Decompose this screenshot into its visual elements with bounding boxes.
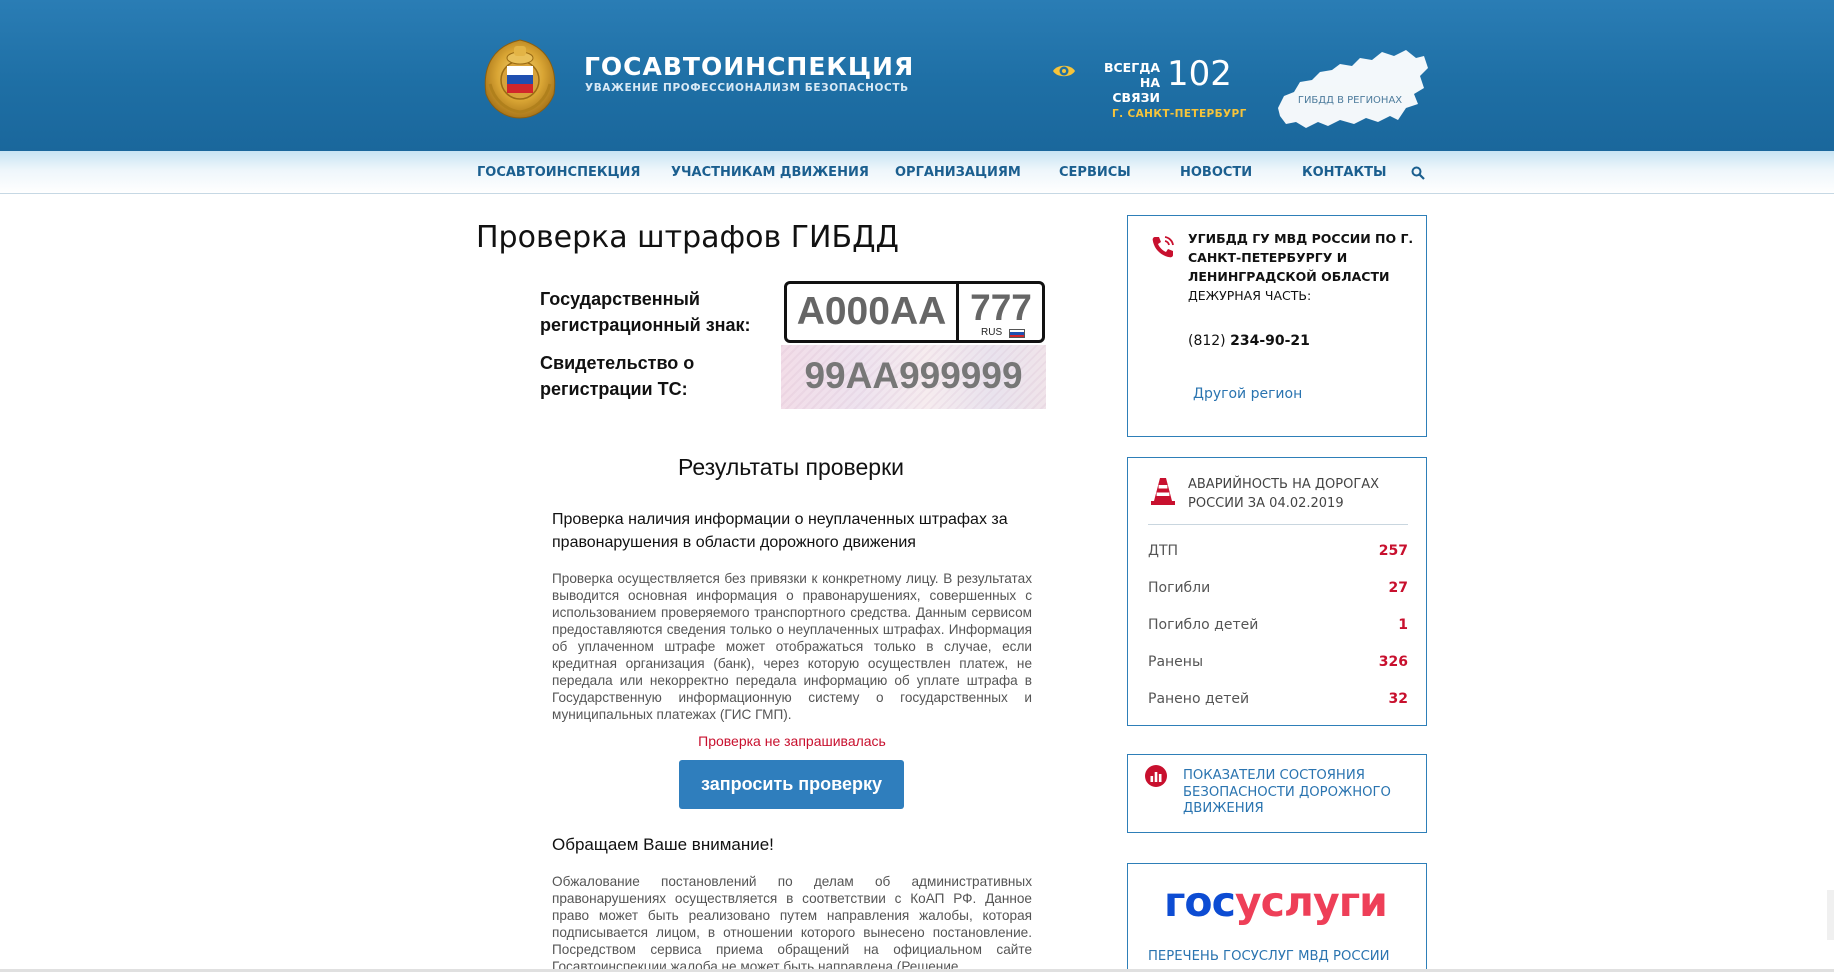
nav-item-contacts[interactable]: КОНТАКТЫ [1302,165,1386,180]
attention-text: Обжалование постановлений по делам об ад… [552,874,1032,972]
hotline-number[interactable]: 102 [1167,54,1232,94]
stat-row: Ранены 326 [1148,654,1408,674]
indicators-link[interactable]: ПОКАЗАТЕЛИ СОСТОЯНИЯ БЕЗОПАСНОСТИ ДОРОЖН… [1183,768,1413,818]
stat-value: 1 [1398,617,1408,633]
stat-label: Погибло детей [1148,617,1259,633]
stat-label: Ранены [1148,654,1203,670]
gosuslugi-logo-part1: гос [1164,878,1236,926]
nav-item-services[interactable]: СЕРВИСЫ [1059,165,1131,180]
stat-label: ДТП [1148,543,1179,559]
phone-code: (812) [1188,333,1226,349]
always-line2: НА СВЯЗИ [1112,75,1160,105]
nav-item-organizations[interactable]: ОРГАНИЗАЦИЯМ [895,165,1021,180]
certificate-label: Свидетельство о регистрации ТС: [540,350,694,402]
city-selector[interactable]: Г. САНКТ-ПЕТЕРБУРГ [1112,108,1247,120]
regions-map-label[interactable]: ГИБДД В РЕГИОНАХ [1290,95,1410,106]
duty-label: ДЕЖУРНАЯ ЧАСТЬ: [1188,288,1312,303]
duty-phone[interactable]: (812) 234-90-21 [1188,333,1310,349]
phone-icon [1152,236,1174,258]
stat-value: 32 [1388,691,1408,707]
phone-number: 234-90-21 [1230,333,1310,349]
search-icon[interactable] [1411,166,1425,180]
status-message: Проверка не запрашивалась [698,733,886,749]
contact-box: УГИБДД ГУ МВД РОССИИ ПО Г. САНКТ-ПЕТЕРБУ… [1127,215,1427,437]
russia-map-icon[interactable] [1274,46,1430,134]
scrollbar[interactable] [1827,890,1834,940]
main-nav: ГОСАВТОИНСПЕКЦИЯ УЧАСТНИКАМ ДВИЖЕНИЯ ОРГ… [0,151,1834,194]
gosuslugi-list-link[interactable]: ПЕРЕЧЕНЬ ГОСУСЛУГ МВД РОССИИ [1148,949,1390,964]
license-plate-input[interactable]: А000АА 777 RUS [784,281,1045,343]
plate-label-line1: Государственный [540,289,700,309]
always-available-label: ВСЕГДА НА СВЯЗИ [1094,60,1160,105]
divider [1148,524,1408,525]
accidents-box: АВАРИЙНОСТЬ НА ДОРОГАХ РОССИИ ЗА 04.02.2… [1127,457,1427,726]
plate-label-line2: регистрационный знак: [540,315,751,335]
brand-title[interactable]: ГОСАВТОИНСПЕКЦИЯ [584,52,914,81]
stat-value: 257 [1378,543,1408,559]
brand-subtitle: УВАЖЕНИЕ ПРОФЕССИОНАЛИЗМ БЕЗОПАСНОСТЬ [585,82,909,94]
cert-label-line2: регистрации ТС: [540,379,688,399]
plate-country: RUS [981,327,1003,338]
plate-number[interactable]: А000АА [787,284,959,340]
page-title: Проверка штрафов ГИБДД [476,220,899,255]
stat-row: ДТП 257 [1148,543,1408,563]
site-header: ГОСАВТОИНСПЕКЦИЯ УВАЖЕНИЕ ПРОФЕССИОНАЛИЗ… [0,0,1834,151]
stat-label: Погибли [1148,580,1211,596]
org-name: УГИБДД ГУ МВД РОССИИ ПО Г. САНКТ-ПЕТЕРБУ… [1188,231,1414,284]
other-region-link[interactable]: Другой регион [1193,386,1302,402]
attention-title: Обращаем Ваше внимание! [552,835,774,854]
indicators-box[interactable]: ПОКАЗАТЕЛИ СОСТОЯНИЯ БЕЗОПАСНОСТИ ДОРОЖН… [1127,754,1427,833]
traffic-cone-icon [1151,478,1175,505]
plate-label: Государственный регистрационный знак: [540,286,751,338]
registration-certificate-input[interactable]: 99АА999999 [781,345,1046,409]
stat-row: Погибли 27 [1148,580,1408,600]
stat-value: 326 [1378,654,1408,670]
results-title: Результаты проверки [677,454,904,480]
eye-icon [1053,65,1075,77]
stat-row: Погибло детей 1 [1148,617,1408,637]
gosuslugi-box: госуслуги ПЕРЕЧЕНЬ ГОСУСЛУГ МВД РОССИИ [1127,863,1427,972]
check-description: Проверка осуществляется без привязки к к… [552,571,1032,722]
stat-label: Ранено детей [1148,691,1250,707]
plate-region[interactable]: 777 [962,286,1040,330]
emblem-logo[interactable] [476,36,564,120]
cert-label-line1: Свидетельство о [540,353,695,373]
request-check-button[interactable]: запросить проверку [679,760,904,809]
nav-item-gosavtoinspektsiya[interactable]: ГОСАВТОИНСПЕКЦИЯ [477,165,640,180]
always-line1: ВСЕГДА [1103,60,1160,75]
chart-icon [1145,765,1167,787]
stat-value: 27 [1388,580,1408,596]
gosuslugi-logo[interactable]: госуслуги [1164,878,1388,926]
nav-item-news[interactable]: НОВОСТИ [1180,165,1252,180]
accidents-title: АВАРИЙНОСТЬ НА ДОРОГАХ РОССИИ ЗА 04.02.2… [1188,477,1380,511]
check-heading: Проверка наличия информации о неуплаченн… [552,511,1008,551]
russian-flag-icon [1009,329,1025,338]
gosuslugi-logo-part2: услуги [1234,878,1388,926]
stat-row: Ранено детей 32 [1148,691,1408,711]
nav-item-participants[interactable]: УЧАСТНИКАМ ДВИЖЕНИЯ [671,165,869,180]
certificate-number[interactable]: 99АА999999 [781,355,1046,397]
